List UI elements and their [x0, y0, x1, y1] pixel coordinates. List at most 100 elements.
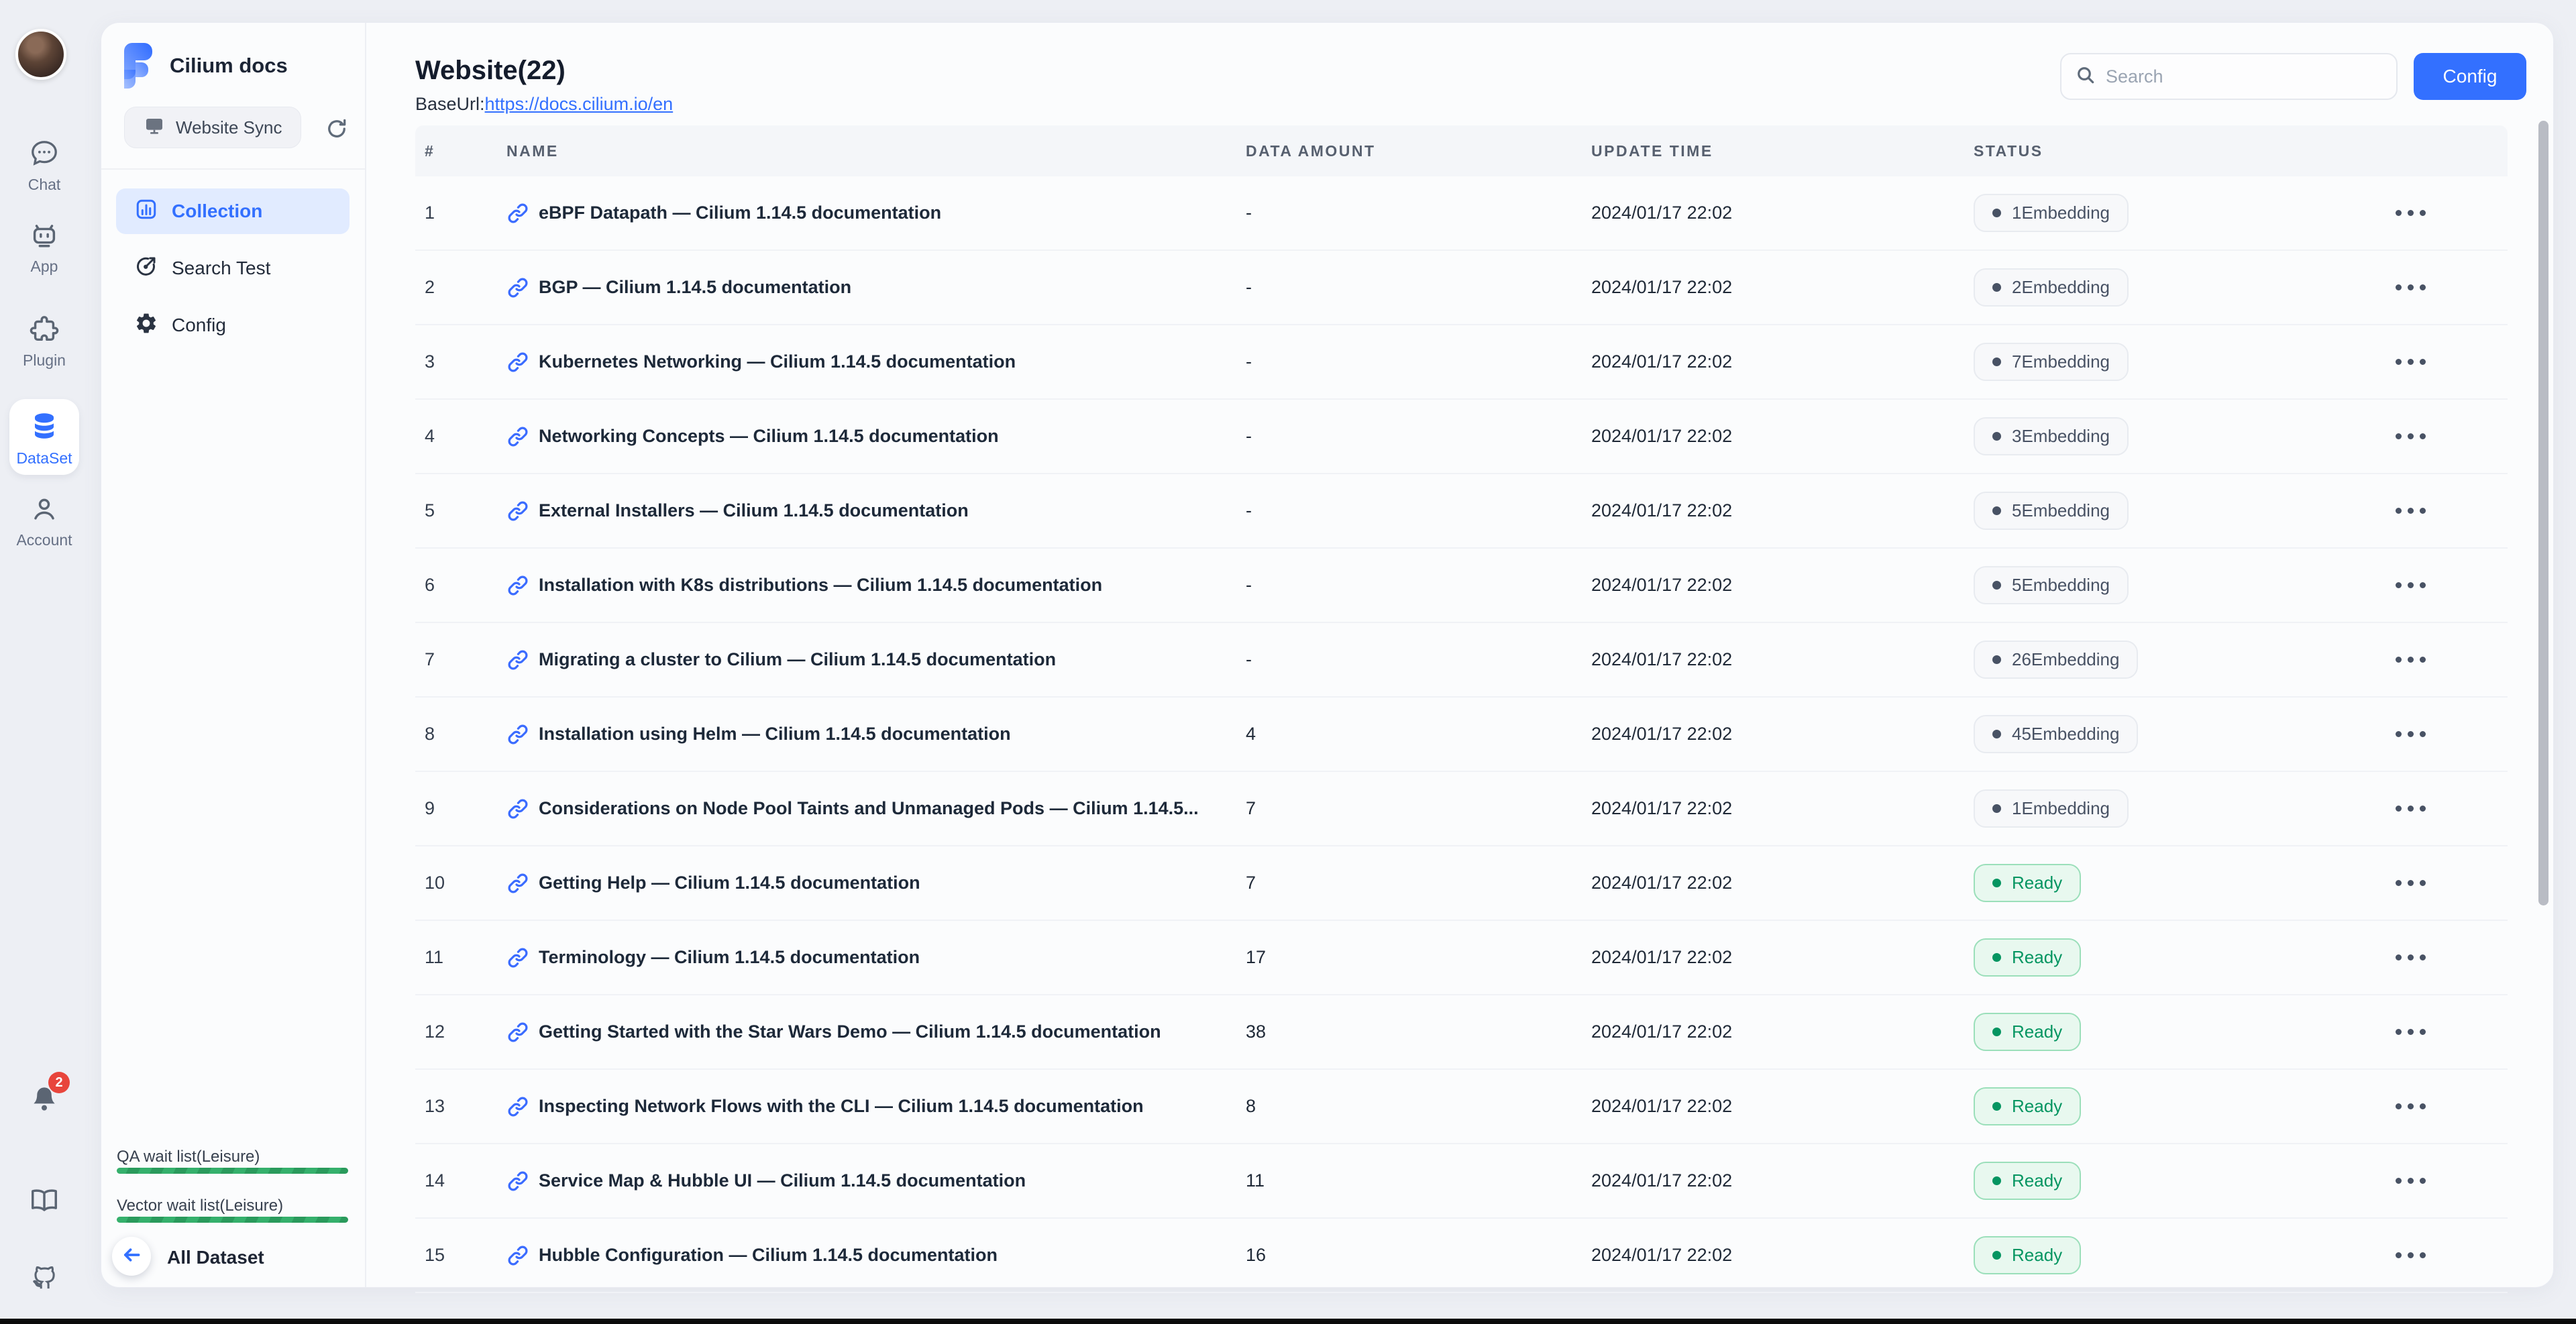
dataset-title: Cilium docs — [170, 54, 288, 78]
config-button[interactable]: Config — [2414, 53, 2526, 100]
data-amount: - — [1246, 649, 1591, 670]
data-amount: - — [1246, 277, 1591, 298]
row-index: 12 — [415, 1022, 506, 1042]
link-icon — [506, 425, 529, 448]
data-amount: - — [1246, 426, 1591, 447]
search-box[interactable] — [2060, 53, 2398, 100]
vertical-scrollbar[interactable] — [2538, 121, 2548, 905]
row-menu-button[interactable] — [2389, 650, 2432, 669]
collection-name-link[interactable]: Getting Help — Cilium 1.14.5 documentati… — [539, 873, 920, 893]
collection-name-link[interactable]: Getting Started with the Star Wars Demo … — [539, 1022, 1161, 1042]
status-dot-icon — [1992, 1028, 2001, 1036]
update-time: 2024/01/17 22:02 — [1591, 724, 1974, 744]
collection-name-link[interactable]: Terminology — Cilium 1.14.5 documentatio… — [539, 947, 920, 968]
rail-item-plugin[interactable]: Plugin — [0, 314, 89, 370]
page-title: Website(22) — [415, 56, 566, 86]
collection-name-link[interactable]: External Installers — Cilium 1.14.5 docu… — [539, 500, 969, 521]
collection-name-link[interactable]: Service Map & Hubble UI — Cilium 1.14.5 … — [539, 1170, 1026, 1191]
row-menu-button[interactable] — [2389, 1097, 2432, 1116]
collection-name-link[interactable]: BGP — Cilium 1.14.5 documentation — [539, 277, 851, 298]
collection-name-link[interactable]: Networking Concepts — Cilium 1.14.5 docu… — [539, 426, 999, 447]
rail-item-app[interactable]: App — [0, 220, 89, 276]
collection-name-link[interactable]: Migrating a cluster to Cilium — Cilium 1… — [539, 649, 1056, 670]
baseurl-link[interactable]: https://docs.cilium.io/en — [485, 94, 674, 114]
sidebar-item-search-test[interactable]: Search Test — [116, 245, 350, 291]
back-button[interactable] — [112, 1237, 151, 1276]
row-menu-button[interactable] — [2389, 203, 2432, 223]
row-index: 3 — [415, 351, 506, 372]
website-sync-tag[interactable]: Website Sync — [124, 107, 301, 148]
baseurl-row: BaseUrl:https://docs.cilium.io/en — [415, 94, 673, 115]
collection-name-link[interactable]: Installation with K8s distributions — Ci… — [539, 575, 1102, 596]
data-amount: 11 — [1246, 1170, 1591, 1191]
monitor-icon — [144, 115, 165, 141]
rail-item-label: DataSet — [9, 449, 79, 467]
status-badge: 1Embedding — [1974, 194, 2129, 232]
rail-item-dataset[interactable]: DataSet — [9, 399, 79, 475]
row-menu-button[interactable] — [2389, 501, 2432, 520]
rail-item-label: App — [0, 258, 89, 276]
notification-button[interactable] — [0, 1084, 89, 1115]
row-index: 11 — [415, 947, 506, 968]
row-menu-button[interactable] — [2389, 278, 2432, 297]
data-amount: 17 — [1246, 947, 1591, 968]
status-badge: Ready — [1974, 864, 2081, 902]
status-dot-icon — [1992, 357, 2001, 366]
row-menu-button[interactable] — [2389, 948, 2432, 967]
collection-name-link[interactable]: Installation using Helm — Cilium 1.14.5 … — [539, 724, 1011, 744]
refresh-icon[interactable] — [325, 117, 349, 141]
row-menu-button[interactable] — [2389, 1246, 2432, 1265]
bell-icon — [0, 1084, 89, 1115]
col-data-amount: DATA AMOUNT — [1246, 142, 1591, 160]
table-row: 8 Installation using Helm — Cilium 1.14.5… — [415, 698, 2508, 772]
rail-item-label: Plugin — [0, 351, 89, 370]
row-menu-button[interactable] — [2389, 575, 2432, 595]
row-menu-button[interactable] — [2389, 1171, 2432, 1191]
data-amount: - — [1246, 203, 1591, 223]
rail-item-account[interactable]: Account — [0, 494, 89, 549]
update-time: 2024/01/17 22:02 — [1591, 873, 1974, 893]
row-menu-button[interactable] — [2389, 873, 2432, 893]
row-menu-button[interactable] — [2389, 799, 2432, 818]
row-menu-button[interactable] — [2389, 724, 2432, 744]
col-update-time: UPDATE TIME — [1591, 142, 1974, 160]
status-badge: 5Embedding — [1974, 566, 2129, 604]
collection-name-link[interactable]: Hubble Configuration — Cilium 1.14.5 doc… — [539, 1245, 998, 1266]
search-input[interactable] — [2106, 66, 2383, 87]
update-time: 2024/01/17 22:02 — [1591, 649, 1974, 670]
collection-name-link[interactable]: eBPF Datapath — Cilium 1.14.5 documentat… — [539, 203, 941, 223]
row-index: 8 — [415, 724, 506, 744]
row-index: 2 — [415, 277, 506, 298]
website-sync-label: Website Sync — [176, 117, 282, 138]
search-test-icon — [134, 254, 158, 283]
collection-name-link[interactable]: Inspecting Network Flows with the CLI — … — [539, 1096, 1144, 1117]
all-dataset-label[interactable]: All Dataset — [167, 1247, 264, 1268]
collection-main: Website(22) BaseUrl:https://docs.cilium.… — [365, 23, 2555, 1287]
data-amount: 7 — [1246, 873, 1591, 893]
row-menu-button[interactable] — [2389, 352, 2432, 372]
sidebar-item-collection[interactable]: Collection — [116, 188, 350, 234]
vector-wait-list-progressbar — [117, 1217, 348, 1223]
chat-icon — [0, 138, 89, 169]
update-time: 2024/01/17 22:02 — [1591, 203, 1974, 223]
rail-item-label: Chat — [0, 176, 89, 194]
row-menu-button[interactable] — [2389, 1022, 2432, 1042]
collection-name-link[interactable]: Kubernetes Networking — Cilium 1.14.5 do… — [539, 351, 1016, 372]
row-index: 9 — [415, 798, 506, 819]
link-icon — [506, 1021, 529, 1044]
data-amount: 7 — [1246, 798, 1591, 819]
rail-item-chat[interactable]: Chat — [0, 138, 89, 194]
docs-button[interactable] — [0, 1186, 89, 1217]
collection-name-link[interactable]: Considerations on Node Pool Taints and U… — [539, 798, 1199, 819]
baseurl-label: BaseUrl: — [415, 94, 485, 114]
status-badge: 3Embedding — [1974, 417, 2129, 455]
link-icon — [506, 202, 529, 225]
data-amount: - — [1246, 351, 1591, 372]
status-badge: 26Embedding — [1974, 641, 2138, 679]
row-menu-button[interactable] — [2389, 427, 2432, 446]
update-time: 2024/01/17 22:02 — [1591, 798, 1974, 819]
github-button[interactable] — [0, 1262, 89, 1293]
user-avatar[interactable] — [15, 29, 66, 80]
update-time: 2024/01/17 22:02 — [1591, 351, 1974, 372]
sidebar-item-config[interactable]: Config — [116, 302, 350, 348]
